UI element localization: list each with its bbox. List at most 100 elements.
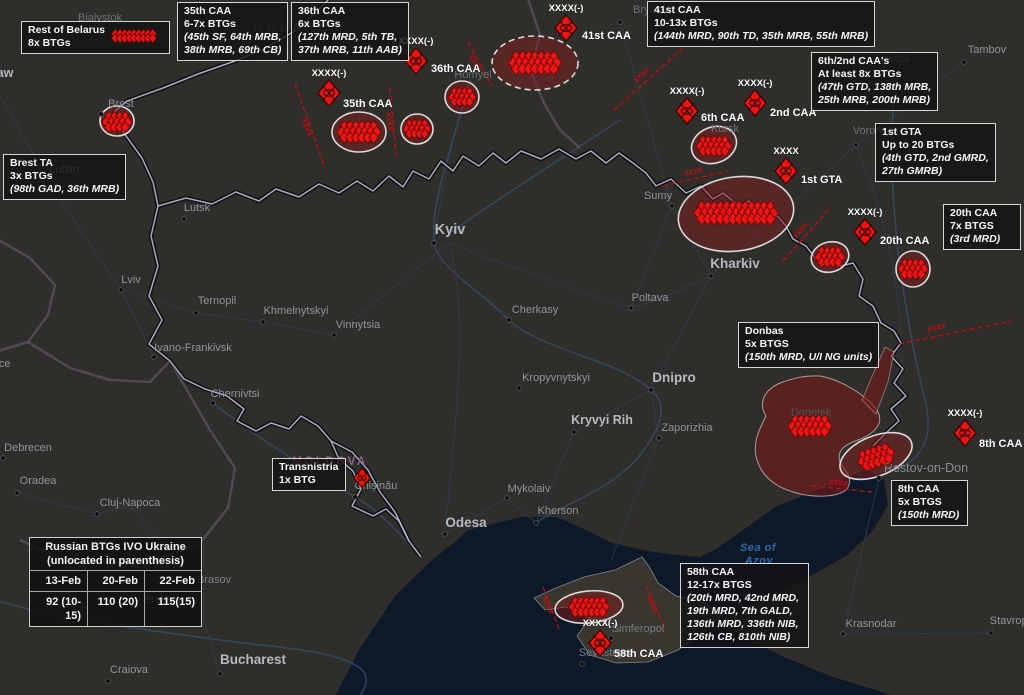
unit-symbol-icon bbox=[405, 48, 427, 74]
city-label: Kyiv bbox=[435, 222, 466, 238]
unit-symbol-icon bbox=[318, 80, 340, 106]
city-label: Kursk bbox=[711, 123, 740, 135]
city-dot bbox=[182, 217, 187, 222]
city: Stavropol bbox=[989, 615, 1024, 635]
city: Craiova bbox=[106, 664, 149, 683]
unit-echelon-label: XXXX(-) bbox=[738, 78, 773, 89]
city-dot bbox=[218, 672, 223, 677]
road bbox=[843, 633, 991, 634]
city: Kyiv bbox=[432, 222, 466, 245]
city-dot bbox=[211, 401, 216, 406]
city: Bryansk bbox=[618, 4, 674, 24]
city: Lutsk bbox=[182, 202, 211, 221]
unit-echelon-label: XXXX(-) bbox=[549, 3, 584, 14]
unit-marker-8th-caa: XXXX(-) 8th CAA bbox=[948, 408, 1023, 450]
unit-symbol-icon bbox=[676, 98, 698, 124]
city-label: Chernivtsi bbox=[211, 388, 260, 400]
city-label: Kropyvnytskyi bbox=[522, 372, 590, 384]
unit-echelon-label: XXXX(-) bbox=[948, 408, 983, 419]
city-dot bbox=[534, 521, 539, 526]
unit-echelon-label: XXXX(-) bbox=[670, 86, 705, 97]
city-label: Ternopil bbox=[198, 295, 237, 307]
unit-symbol-icon bbox=[555, 15, 577, 41]
btg-cluster-east-of-kharkiv bbox=[815, 246, 846, 267]
unit-echelon-label: XXXX(-) bbox=[399, 36, 434, 47]
city: Lviv bbox=[119, 274, 142, 292]
city-label: Vinnytsia bbox=[336, 319, 381, 331]
city-dot bbox=[657, 436, 662, 441]
unit-name-label: 35th CAA bbox=[343, 98, 393, 110]
btg-cluster-north-of-chernihiv bbox=[508, 51, 562, 75]
city-label: Sumy bbox=[644, 190, 673, 202]
unit-echelon-label: XXXX(-) bbox=[312, 68, 347, 79]
city: Cluj-Napoca bbox=[95, 497, 161, 516]
city: Zaporizhia bbox=[657, 422, 714, 440]
city-label: Bryansk bbox=[633, 4, 673, 16]
city-dot bbox=[119, 288, 124, 293]
axis-label: XXXX bbox=[684, 167, 704, 178]
city-label: Stavropol bbox=[990, 615, 1024, 627]
city-label: Kosice bbox=[0, 358, 11, 370]
border-faint bbox=[28, 342, 170, 382]
city: Khmelnytskyi bbox=[261, 305, 329, 324]
city-dot bbox=[580, 662, 585, 667]
city-label: Dnipro bbox=[652, 370, 696, 385]
btg-table-subtitle: (unlocated in parenthesis) bbox=[30, 554, 201, 571]
city-dot bbox=[877, 476, 882, 481]
city-dot bbox=[649, 388, 654, 393]
unit-echelon-label: XXXX(-) bbox=[848, 207, 883, 218]
city-dot bbox=[332, 333, 337, 338]
city-label: Tambov bbox=[968, 44, 1007, 56]
city-dot bbox=[261, 320, 266, 325]
city-label: Voronezh bbox=[853, 125, 899, 137]
city-dot bbox=[517, 386, 522, 391]
city: Oradea bbox=[15, 475, 58, 495]
river bbox=[434, 80, 662, 523]
city: Dnipro bbox=[649, 370, 696, 392]
city-label: Kryvyi Rih bbox=[571, 413, 633, 427]
unit-marker-20th-caa: XXXX(-) 20th CAA bbox=[848, 207, 930, 247]
city: Kropyvnytskyi bbox=[517, 372, 590, 390]
unit-name-label: 36th CAA bbox=[431, 63, 481, 75]
btg-cluster-kursk bbox=[696, 135, 732, 156]
unit-name-label: 2nd CAA bbox=[770, 107, 817, 119]
city-label: Krasnodar bbox=[846, 618, 897, 630]
city: Debrecen bbox=[1, 442, 52, 460]
city-dot bbox=[95, 512, 100, 517]
border-faint bbox=[0, 238, 55, 352]
city-dot bbox=[45, 177, 50, 182]
region-label: Sea of bbox=[740, 542, 777, 554]
axis-line bbox=[899, 321, 1012, 344]
unit-name-label: 6th CAA bbox=[701, 112, 744, 124]
city-dot bbox=[99, 112, 104, 117]
road bbox=[449, 243, 711, 308]
unit-name-label: 20th CAA bbox=[880, 235, 930, 247]
city: Ternopil bbox=[194, 295, 237, 315]
city-dot bbox=[432, 241, 437, 246]
city-label: Odesa bbox=[445, 515, 487, 530]
city-dot bbox=[443, 532, 448, 537]
city-dot bbox=[841, 632, 846, 637]
city-dot bbox=[989, 631, 994, 636]
unit-echelon-label: XXXX bbox=[773, 146, 799, 157]
city-label: Kherson bbox=[538, 505, 579, 517]
btg-cluster-35th-caa-grouping bbox=[337, 121, 381, 144]
btg-cluster-west-of-36th bbox=[403, 119, 431, 139]
city: Tambov bbox=[962, 44, 1007, 64]
city-label: Oradea bbox=[20, 475, 58, 487]
city: Cherkasy bbox=[507, 304, 559, 322]
axis-label: XXXX bbox=[829, 479, 848, 487]
btg-table-col-header: 22-Feb bbox=[144, 571, 201, 591]
axis-label: XXXX bbox=[792, 221, 810, 240]
btg-table-value: 92 (10-15) bbox=[30, 592, 87, 626]
city: Bucharest bbox=[218, 652, 287, 676]
unit-name-label: 8th CAA bbox=[979, 438, 1022, 450]
btg-cluster-brest bbox=[102, 111, 133, 132]
city-label: Kharkiv bbox=[710, 256, 760, 271]
city-dot bbox=[709, 274, 714, 279]
city-dot bbox=[609, 636, 614, 641]
city: Kharkiv bbox=[709, 256, 761, 278]
city-dot bbox=[152, 355, 157, 360]
city-dot bbox=[106, 679, 111, 684]
city: Kosice bbox=[0, 358, 11, 370]
